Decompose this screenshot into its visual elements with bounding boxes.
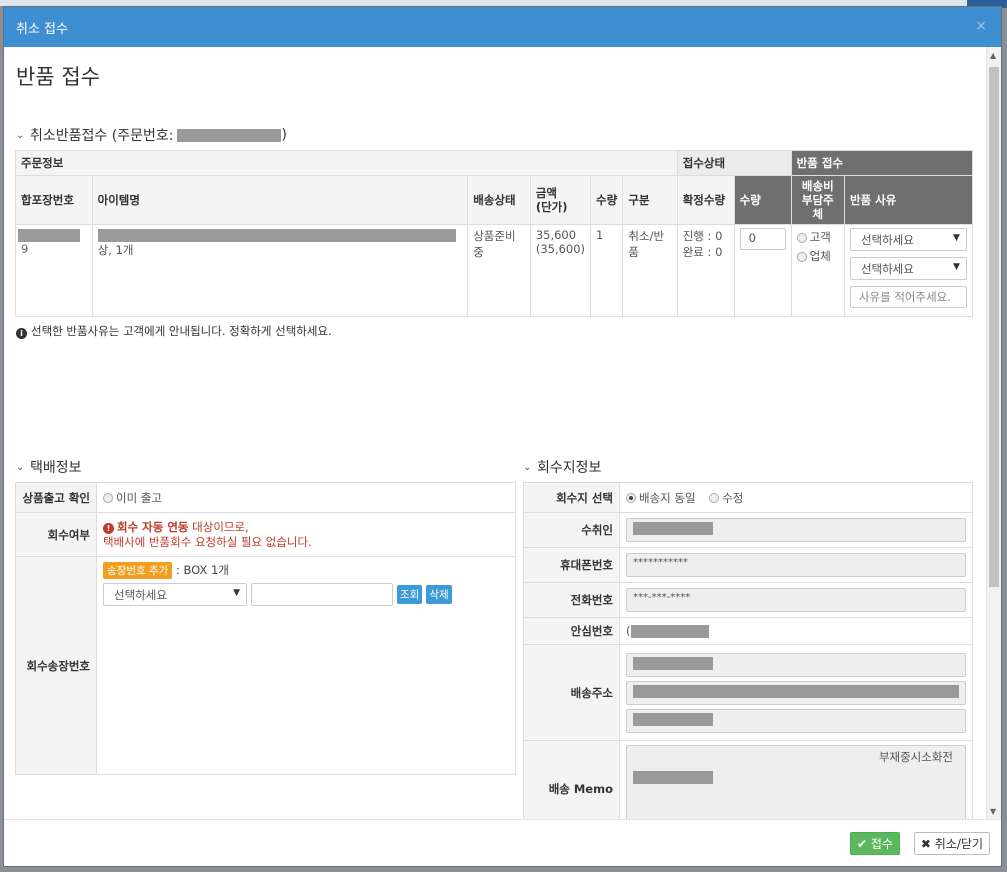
dropdown-arrow-icon: ▼ <box>953 233 960 243</box>
vertical-scrollbar[interactable]: ▲ ▼ <box>986 47 1001 820</box>
order-section-title: ⌄ 취소반품접수 (주문번호: ) <box>16 127 287 144</box>
cell-amount: 35,600 (35,600) <box>529 224 592 317</box>
recipient-field[interactable] <box>626 518 966 542</box>
col-type: 구분 <box>622 175 678 225</box>
courier-select[interactable]: 선택하세요 ▼ <box>103 583 247 606</box>
location-label: 회수지 선택 <box>523 482 620 513</box>
order-info-header: 주문정보 <box>15 150 678 176</box>
x-icon: ✖ <box>920 837 935 851</box>
close-icon[interactable]: × <box>975 18 987 34</box>
pickup-table: 회수지 선택 배송지 동일 수정 수취인 휴대폰번호 *********** 전… <box>523 482 973 820</box>
option-same-radio[interactable]: 배송지 동일 <box>626 491 696 505</box>
courier-section-title: ⌄ 택배정보 <box>16 460 82 476</box>
masked-order-number <box>177 128 282 142</box>
phone-field[interactable]: ***-***-**** <box>626 588 966 612</box>
modal-footer: ✔ 접수 ✖ 취소/닫기 <box>4 819 1001 866</box>
box-count: : BOX 1개 <box>175 563 229 577</box>
lookup-button[interactable]: 조회 <box>397 585 423 604</box>
scroll-thumb[interactable] <box>989 67 999 587</box>
cell-type: 취소/반품 <box>622 224 678 317</box>
memo-label: 배송 Memo <box>523 740 620 820</box>
col-item-name: 아이템명 <box>91 175 469 225</box>
receipt-status-header: 접수상태 <box>676 150 792 176</box>
col-pack-no: 합포장번호 <box>15 175 93 225</box>
reason-text-input[interactable]: 사유를 적어주세요. <box>849 286 967 308</box>
modal-body: 반품 접수 ⌄ 취소반품접수 (주문번호: ) 주문정보 접수상태 반품 접수 … <box>4 47 987 820</box>
invoice-label: 회수송장번호 <box>15 556 97 775</box>
notice-text: i 선택한 반품사유는 고객에게 안내됩니다. 정확하게 선택하세요. <box>16 323 332 339</box>
reason-select-2[interactable]: 선택하세요 ▼ <box>849 257 967 280</box>
pickup-label: 회수여부 <box>15 512 97 557</box>
reason-select-1[interactable]: 선택하세요 ▼ <box>849 228 967 251</box>
scroll-down-icon[interactable]: ▼ <box>990 807 996 816</box>
cell-ship-status: 상품준비중 <box>467 224 531 317</box>
col-return-qty: 수량 <box>733 175 792 225</box>
chevron-down-icon[interactable]: ⌄ <box>16 462 25 473</box>
cell-pack-no: 9 <box>15 224 93 317</box>
submit-button[interactable]: ✔ 접수 <box>850 832 900 855</box>
address-field-2[interactable] <box>626 680 966 705</box>
cancel-close-button[interactable]: ✖ 취소/닫기 <box>913 832 990 855</box>
mobile-label: 휴대폰번호 <box>523 547 620 583</box>
memo-textarea[interactable]: 부재중시소화전 <box>626 745 966 820</box>
col-amount: 금액 (단가) <box>529 175 592 225</box>
return-modal: 취소 접수 × 반품 접수 ⌄ 취소반품접수 (주문번호: ) 주문정보 접수상… <box>3 6 1002 867</box>
col-confirmed-qty: 확정수량 <box>676 175 735 225</box>
cell-return-reason: 선택하세요 ▼ 선택하세요 ▼ 사유를 적어주세요. <box>843 224 974 317</box>
mobile-field[interactable]: *********** <box>626 553 966 577</box>
courier-table: 상품출고 확인 이미 출고 회수여부 ! 회수 자동 연동 대상이므로, 택배사에… <box>15 482 516 775</box>
recipient-label: 수취인 <box>523 512 620 548</box>
scroll-up-icon[interactable]: ▲ <box>990 51 996 60</box>
delete-button[interactable]: 삭제 <box>426 585 452 604</box>
invoice-number-input[interactable] <box>251 583 393 606</box>
check-icon: ✔ <box>857 837 871 851</box>
ship-confirm-label: 상품출고 확인 <box>15 482 97 513</box>
return-receipt-header: 반품 접수 <box>790 150 974 176</box>
pickup-message: ! 회수 자동 연동 대상이므로, 택배사에 반품회수 요청하실 필요 없습니다. <box>96 512 516 557</box>
location-options: 배송지 동일 수정 <box>619 482 973 513</box>
address-fields <box>619 644 973 741</box>
pickup-section-title: ⌄ 회수지정보 <box>523 460 602 476</box>
chevron-down-icon[interactable]: ⌄ <box>16 130 25 141</box>
chevron-down-icon[interactable]: ⌄ <box>523 462 532 473</box>
option-edit-radio[interactable]: 수정 <box>709 491 743 505</box>
cell-qty: 1 <box>590 224 624 317</box>
payer-customer-radio[interactable]: 고객 <box>796 228 839 247</box>
return-qty-input[interactable]: 0 <box>739 228 786 250</box>
info-icon: i <box>16 328 27 339</box>
order-table: 주문정보 접수상태 반품 접수 합포장번호 아이템명 배송상태 금액 (단가) … <box>15 150 974 317</box>
col-ship-fee-payer: 배송비 부담주체 <box>790 175 845 225</box>
modal-title: 취소 접수 <box>16 21 68 37</box>
cell-ship-fee-payer: 고객 업체 <box>790 224 845 317</box>
dropdown-arrow-icon: ▼ <box>953 262 960 272</box>
col-qty: 수량 <box>590 175 624 225</box>
safe-number-label: 안심번호 <box>523 617 620 645</box>
cell-return-qty: 0 <box>733 224 792 317</box>
safe-number-value: ( <box>619 617 973 645</box>
address-label: 배송주소 <box>523 644 620 741</box>
phone-label: 전화번호 <box>523 582 620 618</box>
col-return-reason: 반품 사유 <box>843 175 974 225</box>
ship-confirm-option[interactable]: 이미 출고 <box>96 482 516 513</box>
modal-header: 취소 접수 × <box>4 7 1001 47</box>
address-field-1[interactable] <box>626 652 966 677</box>
cell-confirmed: 진행 : 0 완료 : 0 <box>676 224 735 317</box>
alert-icon: ! <box>103 522 114 534</box>
cell-item-name: 상, 1개 <box>91 224 469 317</box>
payer-vendor-radio[interactable]: 업체 <box>796 247 839 266</box>
address-field-3[interactable] <box>626 708 966 733</box>
add-invoice-button[interactable]: 송장번호 추가 <box>103 562 173 579</box>
invoice-cell: 송장번호 추가 : BOX 1개 선택하세요 ▼ 조회 삭제 <box>96 556 516 775</box>
col-ship-status: 배송상태 <box>467 175 531 225</box>
dropdown-arrow-icon: ▼ <box>233 588 240 598</box>
page-title: 반품 접수 <box>16 65 100 89</box>
